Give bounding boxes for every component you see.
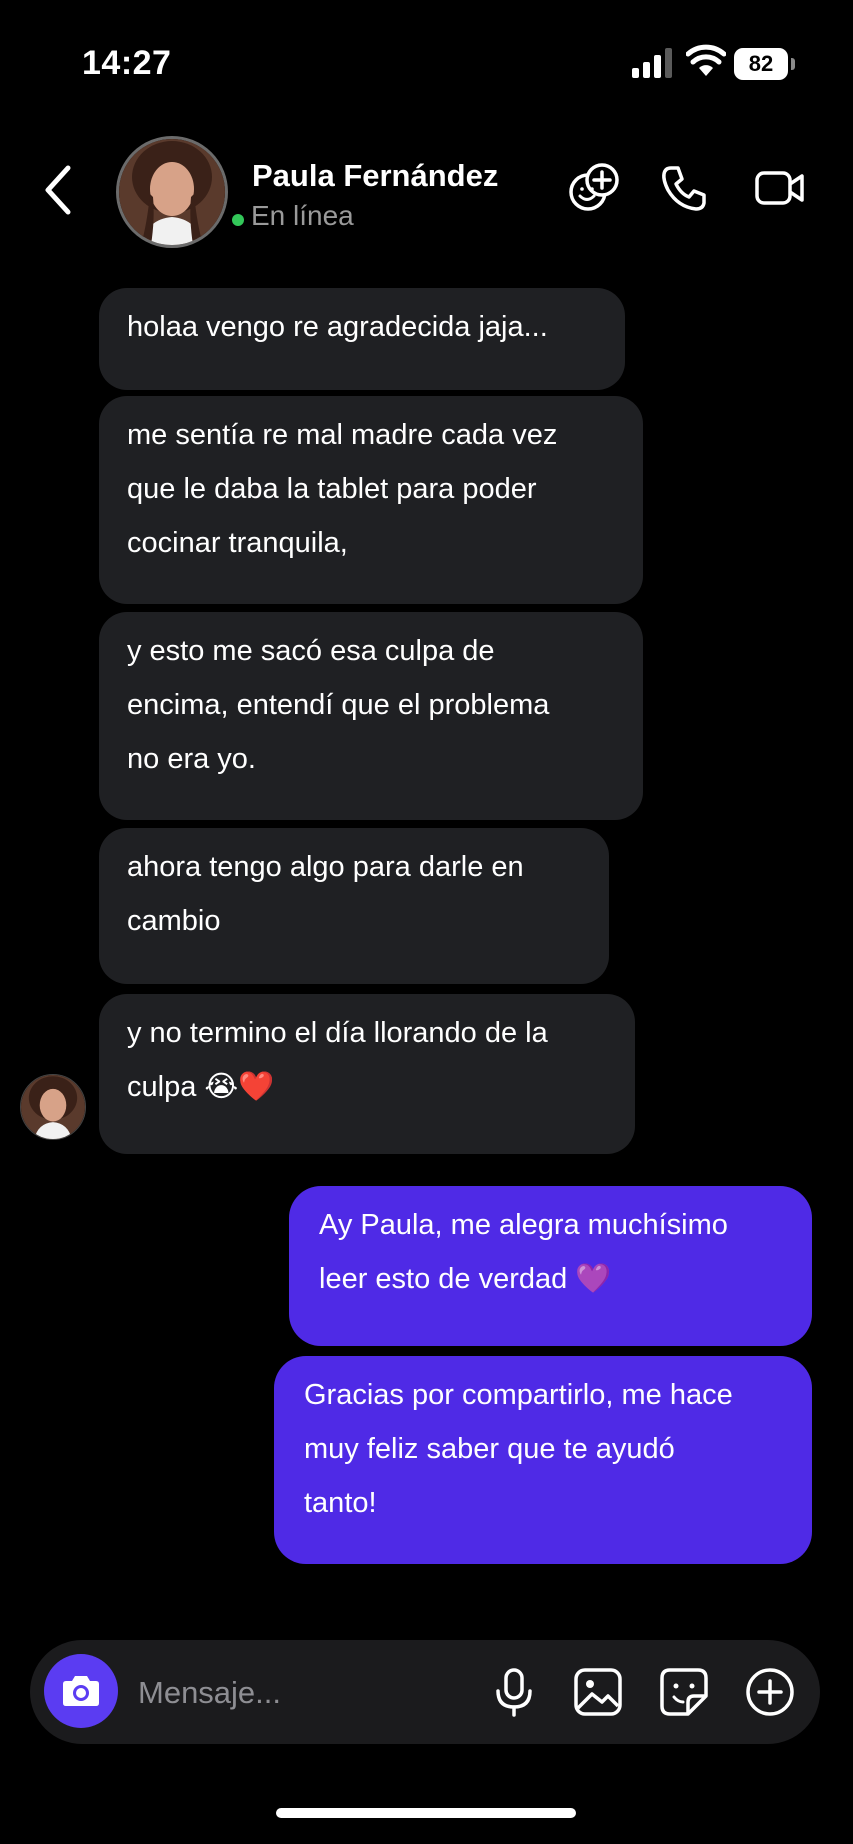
cellular-signal-icon	[632, 48, 672, 78]
sticker-icon[interactable]	[656, 1664, 712, 1720]
message-line: holaa vengo re agradecida jaja...	[127, 311, 548, 343]
message-line: encima, entendí que el problema	[127, 689, 550, 721]
home-indicator[interactable]	[276, 1808, 576, 1818]
online-indicator	[232, 214, 244, 226]
phone-icon[interactable]	[656, 160, 712, 216]
gallery-icon[interactable]	[570, 1664, 626, 1720]
message-line: y esto me sacó esa culpa de	[127, 635, 495, 667]
message-line: culpa 😭❤️	[127, 1071, 275, 1103]
camera-icon	[63, 1676, 99, 1706]
message-line: y no termino el día llorando de la	[127, 1017, 548, 1049]
message-bubble-incoming[interactable]: ahora tengo algo para darle en cambio	[99, 828, 609, 984]
contact-status: En línea	[251, 200, 354, 231]
message-bubble-outgoing[interactable]: Ay Paula, me alegra muchísimo leer esto …	[289, 1186, 812, 1346]
camera-button[interactable]	[44, 1654, 118, 1728]
message-bubble-incoming[interactable]: y esto me sacó esa culpa de encima, ente…	[99, 612, 643, 820]
message-bubble-incoming[interactable]: holaa vengo re agradecida jaja...	[99, 288, 625, 390]
message-line: tanto!	[304, 1487, 377, 1519]
microphone-icon[interactable]	[486, 1664, 542, 1720]
message-bubble-outgoing[interactable]: Gracias por compartirlo, me hace muy fel…	[274, 1356, 812, 1564]
message-line: ahora tengo algo para darle en	[127, 851, 524, 883]
message-line: cambio	[127, 905, 221, 937]
plus-circle-icon[interactable]	[742, 1664, 798, 1720]
message-line: cocinar tranquila,	[127, 527, 348, 559]
message-line: Ay Paula, me alegra muchísimo	[319, 1209, 728, 1241]
message-input[interactable]	[136, 1666, 420, 1720]
message-line: Gracias por compartirlo, me hace	[304, 1379, 733, 1411]
video-camera-icon[interactable]	[752, 160, 808, 216]
status-bar: 14:27 82	[0, 0, 853, 120]
message-line: muy feliz saber que te ayudó	[304, 1433, 675, 1465]
message-line: me sentía re mal madre cada vez	[127, 419, 558, 451]
back-chevron-icon[interactable]	[38, 160, 78, 220]
wifi-icon	[686, 44, 726, 76]
contact-name[interactable]: Paula Fernández	[252, 158, 498, 194]
battery-level: 82	[734, 48, 788, 80]
message-bubble-incoming[interactable]: y no termino el día llorando de la culpa…	[99, 994, 635, 1154]
message-bubble-incoming[interactable]: me sentía re mal madre cada vez que le d…	[99, 396, 643, 604]
battery-icon: 82	[734, 48, 796, 80]
add-people-icon[interactable]	[566, 160, 622, 216]
status-time: 14:27	[82, 44, 172, 82]
sender-avatar[interactable]	[20, 1074, 86, 1140]
contact-avatar[interactable]	[116, 136, 228, 248]
message-line: que le daba la tablet para poder	[127, 473, 537, 505]
message-line: leer esto de verdad 💜	[319, 1263, 612, 1295]
message-line: no era yo.	[127, 743, 256, 775]
chat-header: Paula Fernández En línea	[0, 130, 853, 260]
message-composer	[30, 1640, 820, 1744]
